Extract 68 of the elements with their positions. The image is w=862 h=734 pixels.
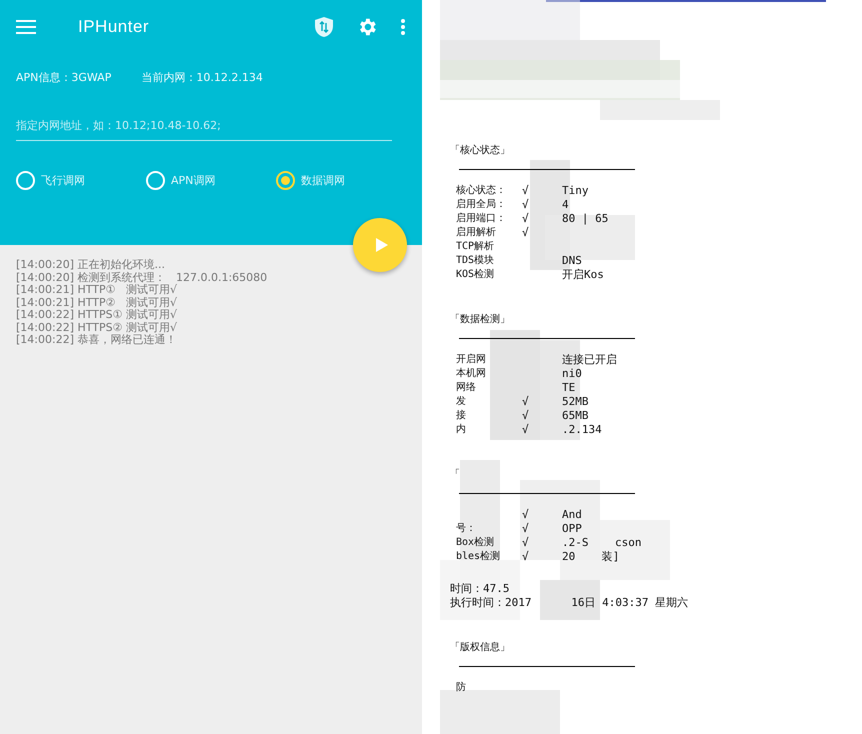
- log-line: [14:00:22] 恭喜，网络已连通！: [16, 334, 178, 346]
- app-title: IPHunter: [78, 17, 150, 37]
- shield-icon[interactable]: [314, 16, 334, 38]
- row-value: DNS: [562, 254, 582, 268]
- check-mark: √: [522, 536, 529, 549]
- row-label: 内: [456, 424, 466, 435]
- log-line: [14:00:21] HTTP② 测试可用√: [16, 296, 178, 309]
- row-label: 启用全局：: [456, 199, 506, 210]
- row-label: 启用解析: [456, 227, 496, 238]
- row-value: 连接已开启: [562, 353, 617, 367]
- timing-line: 时间：47.5: [450, 582, 510, 596]
- row-value: 4: [562, 198, 569, 212]
- log-line: [14:00:21] HTTP① 测试可用√: [16, 284, 178, 296]
- check-mark: √: [522, 550, 529, 563]
- check-mark: √: [522, 395, 529, 408]
- row-label: 号：: [456, 523, 476, 534]
- row-label: 网络: [456, 382, 476, 393]
- row-value: And: [562, 508, 582, 522]
- check-mark: √: [522, 409, 529, 422]
- row-value: Tiny: [562, 184, 588, 198]
- check-mark: √: [522, 226, 529, 239]
- section-title: 「版权信息」: [450, 640, 511, 654]
- row-label: 开启网: [456, 354, 486, 365]
- log-line: [14:00:20] 检测到系统代理： 127.0.0.1:65080: [16, 272, 268, 284]
- log-line: [14:00:20] 正在初始化环境...: [16, 259, 166, 272]
- row-value: .2-S cson: [562, 536, 642, 550]
- check-mark: √: [522, 198, 529, 211]
- check-mark: √: [522, 184, 529, 197]
- row-label: 启用端口：: [456, 213, 506, 224]
- play-icon: [374, 237, 388, 253]
- row-value: 开启Kos: [562, 268, 604, 282]
- check-mark: √: [522, 508, 529, 521]
- row-value: TE: [562, 381, 576, 395]
- row-label: 核心状态：: [456, 185, 506, 196]
- row-label: 接: [456, 410, 466, 421]
- row-value: 52MB: [562, 395, 588, 409]
- row-label: Box检测: [456, 537, 494, 548]
- row-value: 80 | 65: [562, 212, 608, 226]
- mode-radio[interactable]: 数据调网: [276, 171, 406, 190]
- mode-radio[interactable]: 飞行调网: [16, 171, 146, 190]
- log-line: [14:00:22] HTTPS② 测试可用√: [16, 322, 178, 334]
- menu-icon[interactable]: [16, 19, 36, 35]
- timing-line: 执行时间：2017 16日 4:03:37 星期六: [450, 596, 690, 610]
- intranet-info: 当前内网：10.12.2.134: [141, 70, 263, 85]
- row-label: TCP解析: [456, 241, 494, 252]
- row-value: 20 装]: [562, 550, 620, 564]
- check-mark: √: [522, 212, 529, 225]
- row-label: KOS检测: [456, 269, 494, 280]
- row-label: 防: [456, 682, 466, 693]
- check-mark: √: [522, 522, 529, 535]
- row-label: 本机网: [456, 368, 486, 379]
- row-value: OPP: [562, 522, 582, 536]
- row-value: ni0: [562, 367, 582, 381]
- apn-info: APN信息：3GWAP: [16, 70, 112, 85]
- row-value: .2.134: [562, 423, 602, 437]
- play-button[interactable]: [353, 218, 407, 272]
- row-label: bles检测: [456, 551, 500, 562]
- row-label: 发: [456, 396, 466, 407]
- section-title: 「数据检测」: [450, 312, 511, 326]
- log-line: [14:00:22] HTTPS① 测试可用√: [16, 309, 178, 322]
- row-label: TDS模块: [456, 255, 494, 266]
- more-icon[interactable]: [400, 18, 406, 36]
- mode-radio[interactable]: APN调网: [146, 171, 276, 190]
- address-field[interactable]: 指定内网地址，如：10.12;10.48-10.62;: [16, 115, 392, 141]
- row-value: 65MB: [562, 409, 588, 423]
- section-title: 「核心状态」: [450, 144, 511, 157]
- section-title: 「: [450, 468, 461, 481]
- check-mark: √: [522, 423, 529, 436]
